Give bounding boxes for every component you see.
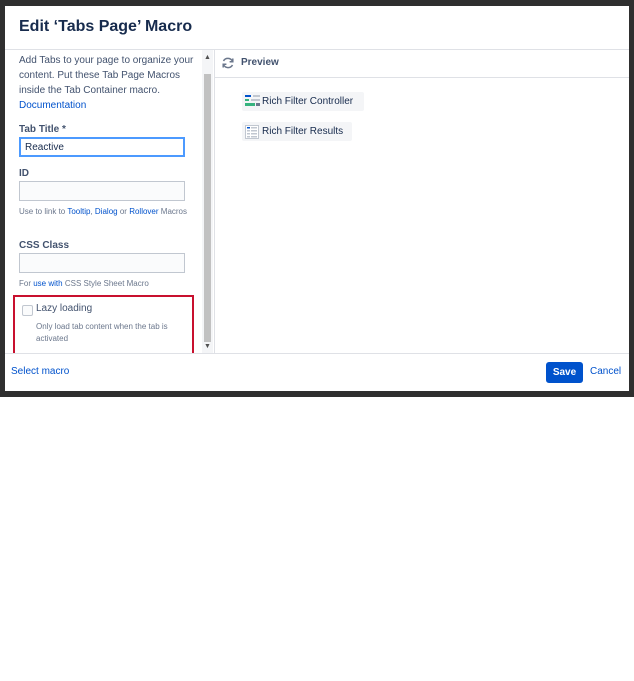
preview-item-rich-filter-controller[interactable]: Rich Filter Controller	[242, 92, 364, 111]
css-class-help: For use with CSS Style Sheet Macro	[19, 278, 194, 290]
css-class-label: CSS Class	[19, 240, 70, 251]
rollover-link[interactable]: Rollover	[129, 207, 158, 216]
footer-divider	[5, 353, 629, 354]
id-help-prefix: Use to link to	[19, 207, 66, 216]
tooltip-link[interactable]: Tooltip	[67, 207, 90, 216]
dialog-title: Edit ‘Tabs Page’ Macro	[19, 18, 193, 35]
lazy-loading-checkbox[interactable]	[22, 305, 33, 316]
id-help-or: or	[119, 207, 127, 216]
scroll-down-arrow-icon[interactable]: ▼	[202, 341, 213, 353]
css-class-input[interactable]	[19, 253, 185, 273]
id-label: ID	[19, 168, 29, 179]
id-help-suffix: Macros	[160, 207, 188, 216]
pane-divider	[214, 50, 215, 353]
description-text: Add Tabs to your page to organize your c…	[19, 55, 194, 96]
lazy-loading-highlight: Lazy loading Only load tab content when …	[13, 295, 194, 353]
macro-dialog: Edit ‘Tabs Page’ Macro Add Tabs to your …	[5, 6, 629, 391]
preview-item-label: Rich Filter Results	[262, 126, 344, 137]
css-help-suffix: CSS Style Sheet Macro	[64, 279, 149, 288]
scroll-thumb[interactable]	[204, 74, 211, 342]
documentation-link[interactable]: Documentation	[19, 100, 86, 111]
left-pane-scrollbar[interactable]: ▲ ▼	[202, 50, 213, 353]
css-help-prefix: For	[19, 279, 31, 288]
scroll-up-arrow-icon[interactable]: ▲	[202, 52, 213, 64]
tab-title-label: Tab Title *	[19, 124, 66, 135]
preview-header: Preview	[215, 50, 629, 78]
filter-controller-icon	[245, 95, 260, 106]
preview-label: Preview	[241, 57, 279, 68]
dialog-link[interactable]: Dialog	[95, 207, 118, 216]
preview-item-rich-filter-results[interactable]: Rich Filter Results	[242, 122, 352, 141]
lazy-loading-label[interactable]: Lazy loading	[36, 303, 92, 314]
id-help: Use to link to Tooltip, Dialog or Rollov…	[19, 206, 194, 218]
screenshot-frame: Edit ‘Tabs Page’ Macro Add Tabs to your …	[0, 0, 634, 397]
preview-item-label: Rich Filter Controller	[262, 96, 354, 107]
id-help-comma: ,	[90, 207, 93, 216]
refresh-icon[interactable]	[221, 56, 235, 70]
filter-results-icon	[245, 125, 259, 139]
macro-parameters-pane: Add Tabs to your page to organize your c…	[5, 50, 202, 353]
macro-description: Add Tabs to your page to organize your c…	[19, 53, 194, 113]
id-input[interactable]	[19, 181, 185, 201]
save-button[interactable]: Save	[546, 362, 583, 383]
cancel-link[interactable]: Cancel	[590, 366, 621, 377]
lazy-loading-help: Only load tab content when the tab is ac…	[36, 322, 168, 343]
use-with-link[interactable]: use with	[33, 279, 62, 288]
tab-title-input[interactable]	[19, 137, 185, 157]
select-macro-link[interactable]: Select macro	[11, 366, 69, 377]
